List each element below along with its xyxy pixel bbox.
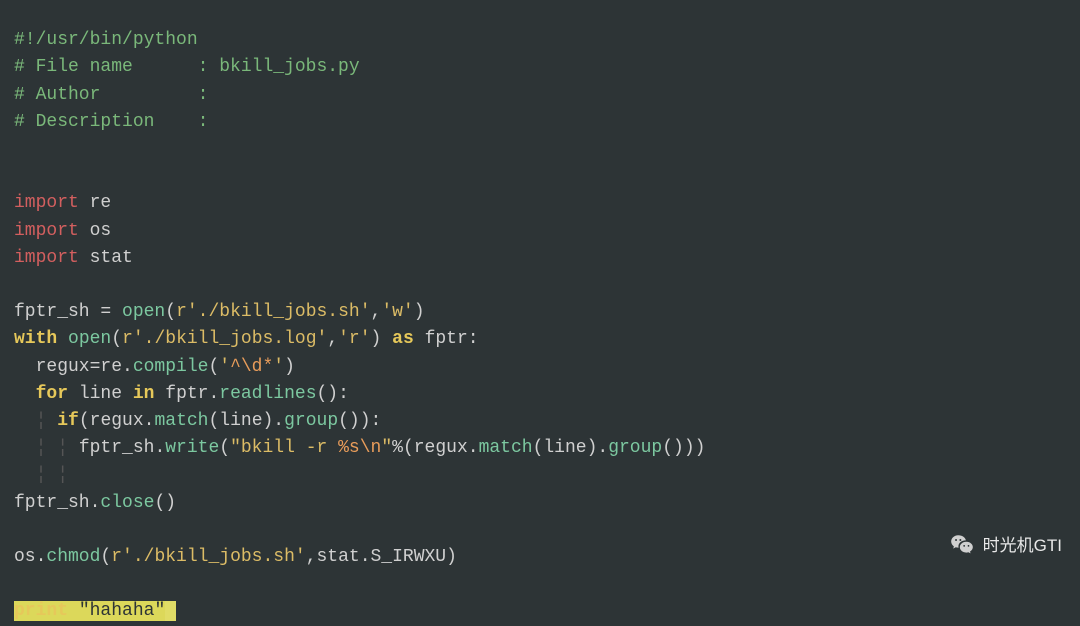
chmod-arg2: ,stat.S_IRWXU) [306, 547, 457, 567]
in-keyword: in [133, 384, 155, 404]
with-keyword: with [14, 329, 57, 349]
string-path-log: './bkill_jobs.log' [133, 329, 327, 349]
assign-fptr-sh: fptr_sh = [14, 302, 122, 322]
import-keyword: import [14, 193, 79, 213]
module-stat: stat [90, 248, 133, 268]
raw-prefix: r [111, 547, 122, 567]
regex-body: ^\d* [230, 357, 273, 377]
group-call: group [284, 411, 338, 431]
string-path-sh2: './bkill_jobs.sh' [122, 547, 306, 567]
regux-assign: regux=re. [14, 357, 133, 377]
chmod-call: chmod [46, 547, 100, 567]
regex-close: ' [273, 357, 284, 377]
import-keyword: import [14, 221, 79, 241]
match-call: match [479, 438, 533, 458]
match-call: match [154, 411, 208, 431]
shebang-line: #!/usr/bin/python [14, 30, 198, 50]
comment-filename-value: bkill_jobs.py [219, 57, 359, 77]
string-path-sh: './bkill_jobs.sh' [187, 302, 371, 322]
open-call: open [68, 329, 111, 349]
line-id: line [79, 384, 122, 404]
string-mode-r: 'r' [338, 329, 370, 349]
write-fmt: %s [338, 438, 360, 458]
readlines-call: readlines [219, 384, 316, 404]
string-mode-w: 'w' [381, 302, 413, 322]
indent-guide: ¦ ¦ [36, 438, 68, 458]
comment-filename-label: # File name : [14, 57, 219, 77]
write-str-a: "bkill -r [230, 438, 338, 458]
watermark-text: 时光机GTI [983, 532, 1062, 559]
if-cond-a: (regux. [79, 411, 155, 431]
print-keyword: print [14, 601, 68, 621]
if-cond-c: ()): [338, 411, 381, 431]
raw-prefix: r [176, 302, 187, 322]
import-keyword: import [14, 248, 79, 268]
raw-prefix: r [122, 329, 133, 349]
write-call: write [165, 438, 219, 458]
print-string: "hahaha" [79, 601, 165, 621]
watermark: 时光机GTI [949, 532, 1062, 559]
compile-call: compile [133, 357, 209, 377]
group-call: group [608, 438, 662, 458]
write-str-b: " [381, 438, 392, 458]
if-keyword: if [57, 411, 79, 431]
open-call: open [122, 302, 165, 322]
print-space [68, 601, 79, 621]
write-pre: fptr_sh. [79, 438, 165, 458]
for-keyword: for [36, 384, 68, 404]
write-esc: \n [360, 438, 382, 458]
code-editor[interactable]: #!/usr/bin/python # File name : bkill_jo… [14, 0, 1066, 626]
comment-description: # Description : [14, 112, 208, 132]
as-keyword: as [392, 329, 414, 349]
regex-open: ' [219, 357, 230, 377]
readlines-pre: fptr. [154, 384, 219, 404]
module-os: os [90, 221, 112, 241]
comment-author: # Author : [14, 85, 208, 105]
close-pre: fptr_sh. [14, 493, 100, 513]
indent-guide: ¦ ¦ [36, 465, 68, 485]
fptr-id: fptr [425, 329, 468, 349]
write-after-a: %(regux. [392, 438, 478, 458]
wechat-icon [949, 532, 975, 558]
cursor [165, 601, 176, 621]
chmod-pre: os. [14, 547, 46, 567]
indent-guide: ¦ [36, 411, 47, 431]
write-after-c: ())) [662, 438, 705, 458]
if-cond-b: (line). [208, 411, 284, 431]
close-call: close [100, 493, 154, 513]
write-after-b: (line). [533, 438, 609, 458]
module-re: re [90, 193, 112, 213]
